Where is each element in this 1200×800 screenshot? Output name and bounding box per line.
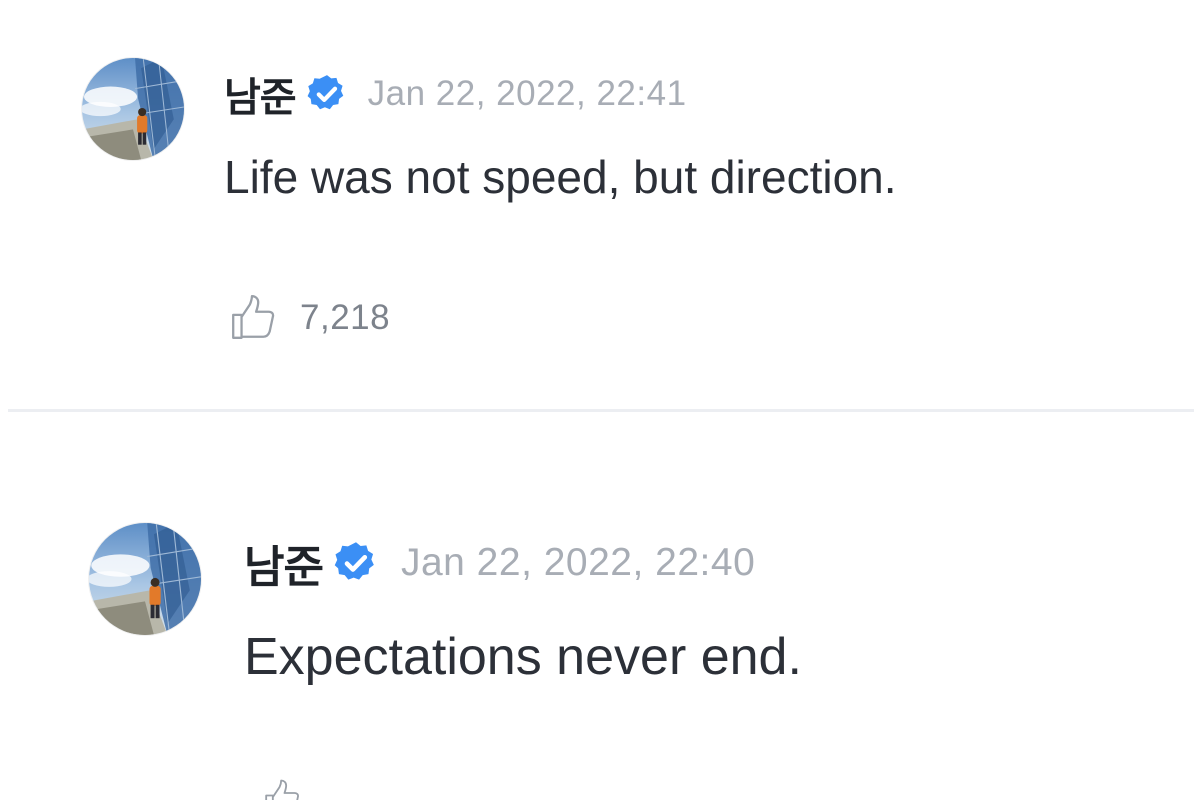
post-divider xyxy=(8,409,1194,412)
author-name[interactable]: 남준 xyxy=(224,65,297,123)
like-count: 7,218 xyxy=(300,298,391,337)
verified-badge-icon xyxy=(333,540,379,586)
like-reaction[interactable]: 7,218 xyxy=(228,292,390,344)
post-timestamp: Jan 22, 2022, 22:41 xyxy=(367,74,687,113)
post-header: 남준 Jan 22, 2022, 22:41 xyxy=(224,66,687,122)
post-text: Expectations never end. xyxy=(244,628,802,686)
like-reaction[interactable] xyxy=(262,775,302,800)
verified-badge-icon xyxy=(306,73,348,115)
author-name[interactable]: 남준 xyxy=(244,531,324,595)
post-text: Life was not speed, but direction. xyxy=(224,151,897,203)
post-header: 남준 Jan 22, 2022, 22:40 xyxy=(244,533,755,593)
post-item[interactable]: 남준 Jan 22, 2022, 22:40 Expectations neve… xyxy=(0,413,1200,800)
post-feed: 남준 Jan 22, 2022, 22:41 Life was not spee… xyxy=(0,0,1200,800)
author-avatar[interactable] xyxy=(89,523,201,635)
post-item[interactable]: 남준 Jan 22, 2022, 22:41 Life was not spee… xyxy=(0,0,1200,410)
author-avatar[interactable] xyxy=(82,58,184,160)
thumbs-up-icon[interactable] xyxy=(228,293,278,343)
post-timestamp: Jan 22, 2022, 22:40 xyxy=(400,541,756,584)
thumbs-up-icon[interactable] xyxy=(262,778,302,800)
